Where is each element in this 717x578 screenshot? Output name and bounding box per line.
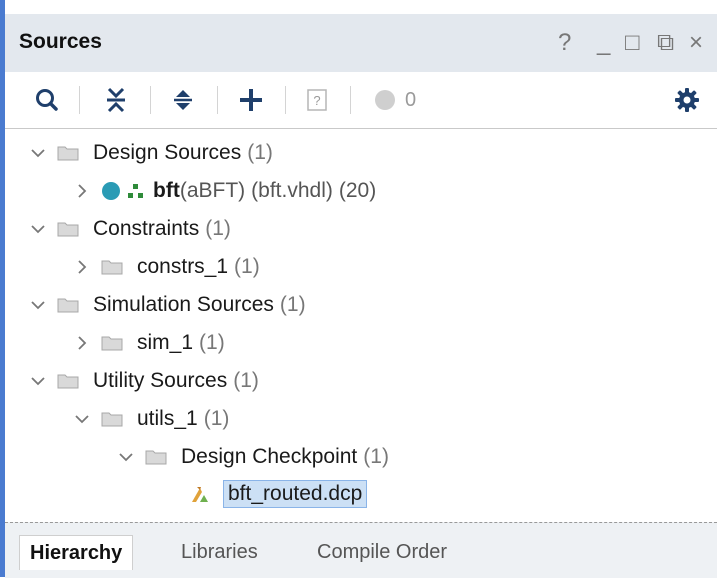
folder-icon bbox=[101, 409, 125, 429]
tree-node-label: constrs_1 bbox=[137, 255, 229, 278]
chevron-down-icon[interactable] bbox=[27, 142, 49, 164]
panel-title: Sources bbox=[19, 30, 102, 53]
status-button[interactable] bbox=[365, 80, 405, 120]
folder-icon bbox=[101, 257, 125, 277]
add-sources-button[interactable] bbox=[231, 80, 271, 120]
checkpoint-file-icon bbox=[189, 484, 211, 504]
folder-icon bbox=[57, 143, 81, 163]
status-count: 0 bbox=[405, 89, 417, 111]
tree-node-utility-sources[interactable]: Utility Sources (1) bbox=[27, 362, 259, 400]
folder-icon bbox=[57, 219, 81, 239]
module-count: (20) bbox=[338, 179, 377, 202]
svg-text:?: ? bbox=[313, 93, 320, 108]
tree-node-label: utils_1 bbox=[137, 407, 198, 430]
tree-node-count: (1) bbox=[279, 293, 306, 316]
tree-node-label: Simulation Sources bbox=[93, 293, 274, 316]
close-button[interactable]: × bbox=[689, 28, 703, 58]
minimize-button[interactable]: _ bbox=[597, 28, 610, 58]
maximize-button[interactable]: □ bbox=[625, 28, 640, 58]
tree-node-count: (1) bbox=[234, 255, 260, 278]
module-entity: (aBFT) bbox=[179, 179, 246, 202]
toolbar: ? 0 bbox=[5, 72, 717, 129]
float-button[interactable]: ⧉ bbox=[657, 28, 674, 58]
toolbar-separator bbox=[285, 86, 286, 114]
top-module-status-icon bbox=[101, 181, 121, 201]
documentation-button[interactable]: ? bbox=[297, 80, 337, 120]
tree-node-constraints[interactable]: Constraints (1) bbox=[27, 210, 231, 248]
tree-node-count: (1) bbox=[199, 331, 225, 354]
chevron-down-icon[interactable] bbox=[27, 294, 49, 316]
chevron-down-icon[interactable] bbox=[115, 446, 137, 468]
chevron-right-icon[interactable] bbox=[71, 256, 93, 278]
chevron-down-icon[interactable] bbox=[27, 370, 49, 392]
tab-libraries[interactable]: Libraries bbox=[171, 535, 268, 569]
folder-icon bbox=[57, 371, 81, 391]
help-button[interactable]: ? bbox=[558, 28, 571, 58]
search-icon bbox=[36, 89, 58, 111]
search-button[interactable] bbox=[27, 80, 67, 120]
tree-node-label: Utility Sources bbox=[93, 369, 228, 392]
tab-hierarchy[interactable]: Hierarchy bbox=[19, 535, 134, 570]
add-icon bbox=[240, 89, 262, 111]
chevron-down-icon[interactable] bbox=[71, 408, 93, 430]
tree-node-simulation-sources[interactable]: Simulation Sources (1) bbox=[27, 286, 306, 324]
folder-icon bbox=[145, 447, 169, 467]
toolbar-separator bbox=[350, 86, 351, 114]
hierarchy-icon bbox=[127, 182, 145, 200]
folder-icon bbox=[57, 295, 81, 315]
tree-node-label: Constraints bbox=[93, 217, 200, 240]
tree-node-label: Design Checkpoint bbox=[181, 445, 358, 468]
expand-all-button[interactable] bbox=[163, 80, 203, 120]
view-tabs-bar: Hierarchy Libraries Compile Order bbox=[5, 522, 717, 578]
tree-node-bft-routed-dcp[interactable]: bft_routed.dcp bbox=[189, 475, 368, 513]
chevron-down-icon[interactable] bbox=[27, 218, 49, 240]
sources-tree: Design Sources (1) bft (aBFT) (bft.vhdl)… bbox=[5, 128, 717, 522]
question-doc-icon: ? bbox=[307, 89, 327, 111]
tree-node-count: (1) bbox=[205, 217, 231, 240]
panel-header: Sources ? _ □ ⧉ × bbox=[5, 14, 717, 72]
module-file: (bft.vhdl) bbox=[251, 179, 333, 202]
tree-node-count: (1) bbox=[363, 445, 389, 468]
toolbar-separator bbox=[150, 86, 151, 114]
tab-compile-order[interactable]: Compile Order bbox=[307, 535, 457, 569]
tree-node-label: sim_1 bbox=[137, 331, 194, 354]
collapse-all-button[interactable] bbox=[96, 80, 136, 120]
module-name: bft bbox=[153, 179, 180, 202]
tree-node-count: (1) bbox=[247, 141, 273, 164]
tree-node-count: (1) bbox=[233, 369, 259, 392]
tree-node-utils-1[interactable]: utils_1 (1) bbox=[71, 400, 229, 438]
tree-node-label: Design Sources bbox=[93, 141, 242, 164]
chevron-right-icon[interactable] bbox=[71, 180, 93, 202]
sources-panel: Sources ? _ □ ⧉ × ? 0 Design Sources (1)… bbox=[0, 0, 717, 578]
settings-button[interactable] bbox=[667, 80, 707, 120]
toolbar-separator bbox=[79, 86, 80, 114]
chevron-right-icon[interactable] bbox=[71, 332, 93, 354]
folder-icon bbox=[101, 333, 125, 353]
status-circle-icon bbox=[375, 90, 395, 110]
tree-node-bft[interactable]: bft (aBFT) (bft.vhdl) (20) bbox=[71, 172, 376, 210]
tree-node-constrs-1[interactable]: constrs_1 (1) bbox=[71, 248, 260, 286]
tree-node-design-checkpoint[interactable]: Design Checkpoint (1) bbox=[115, 438, 389, 476]
tree-node-sim-1[interactable]: sim_1 (1) bbox=[71, 324, 225, 362]
tree-node-count: (1) bbox=[203, 407, 230, 430]
gear-icon bbox=[675, 88, 699, 112]
collapse-all-icon bbox=[107, 87, 125, 113]
tree-node-design-sources[interactable]: Design Sources (1) bbox=[27, 134, 273, 172]
selected-file-label: bft_routed.dcp bbox=[223, 480, 368, 508]
toolbar-separator bbox=[217, 86, 218, 114]
expand-all-icon bbox=[174, 90, 192, 110]
